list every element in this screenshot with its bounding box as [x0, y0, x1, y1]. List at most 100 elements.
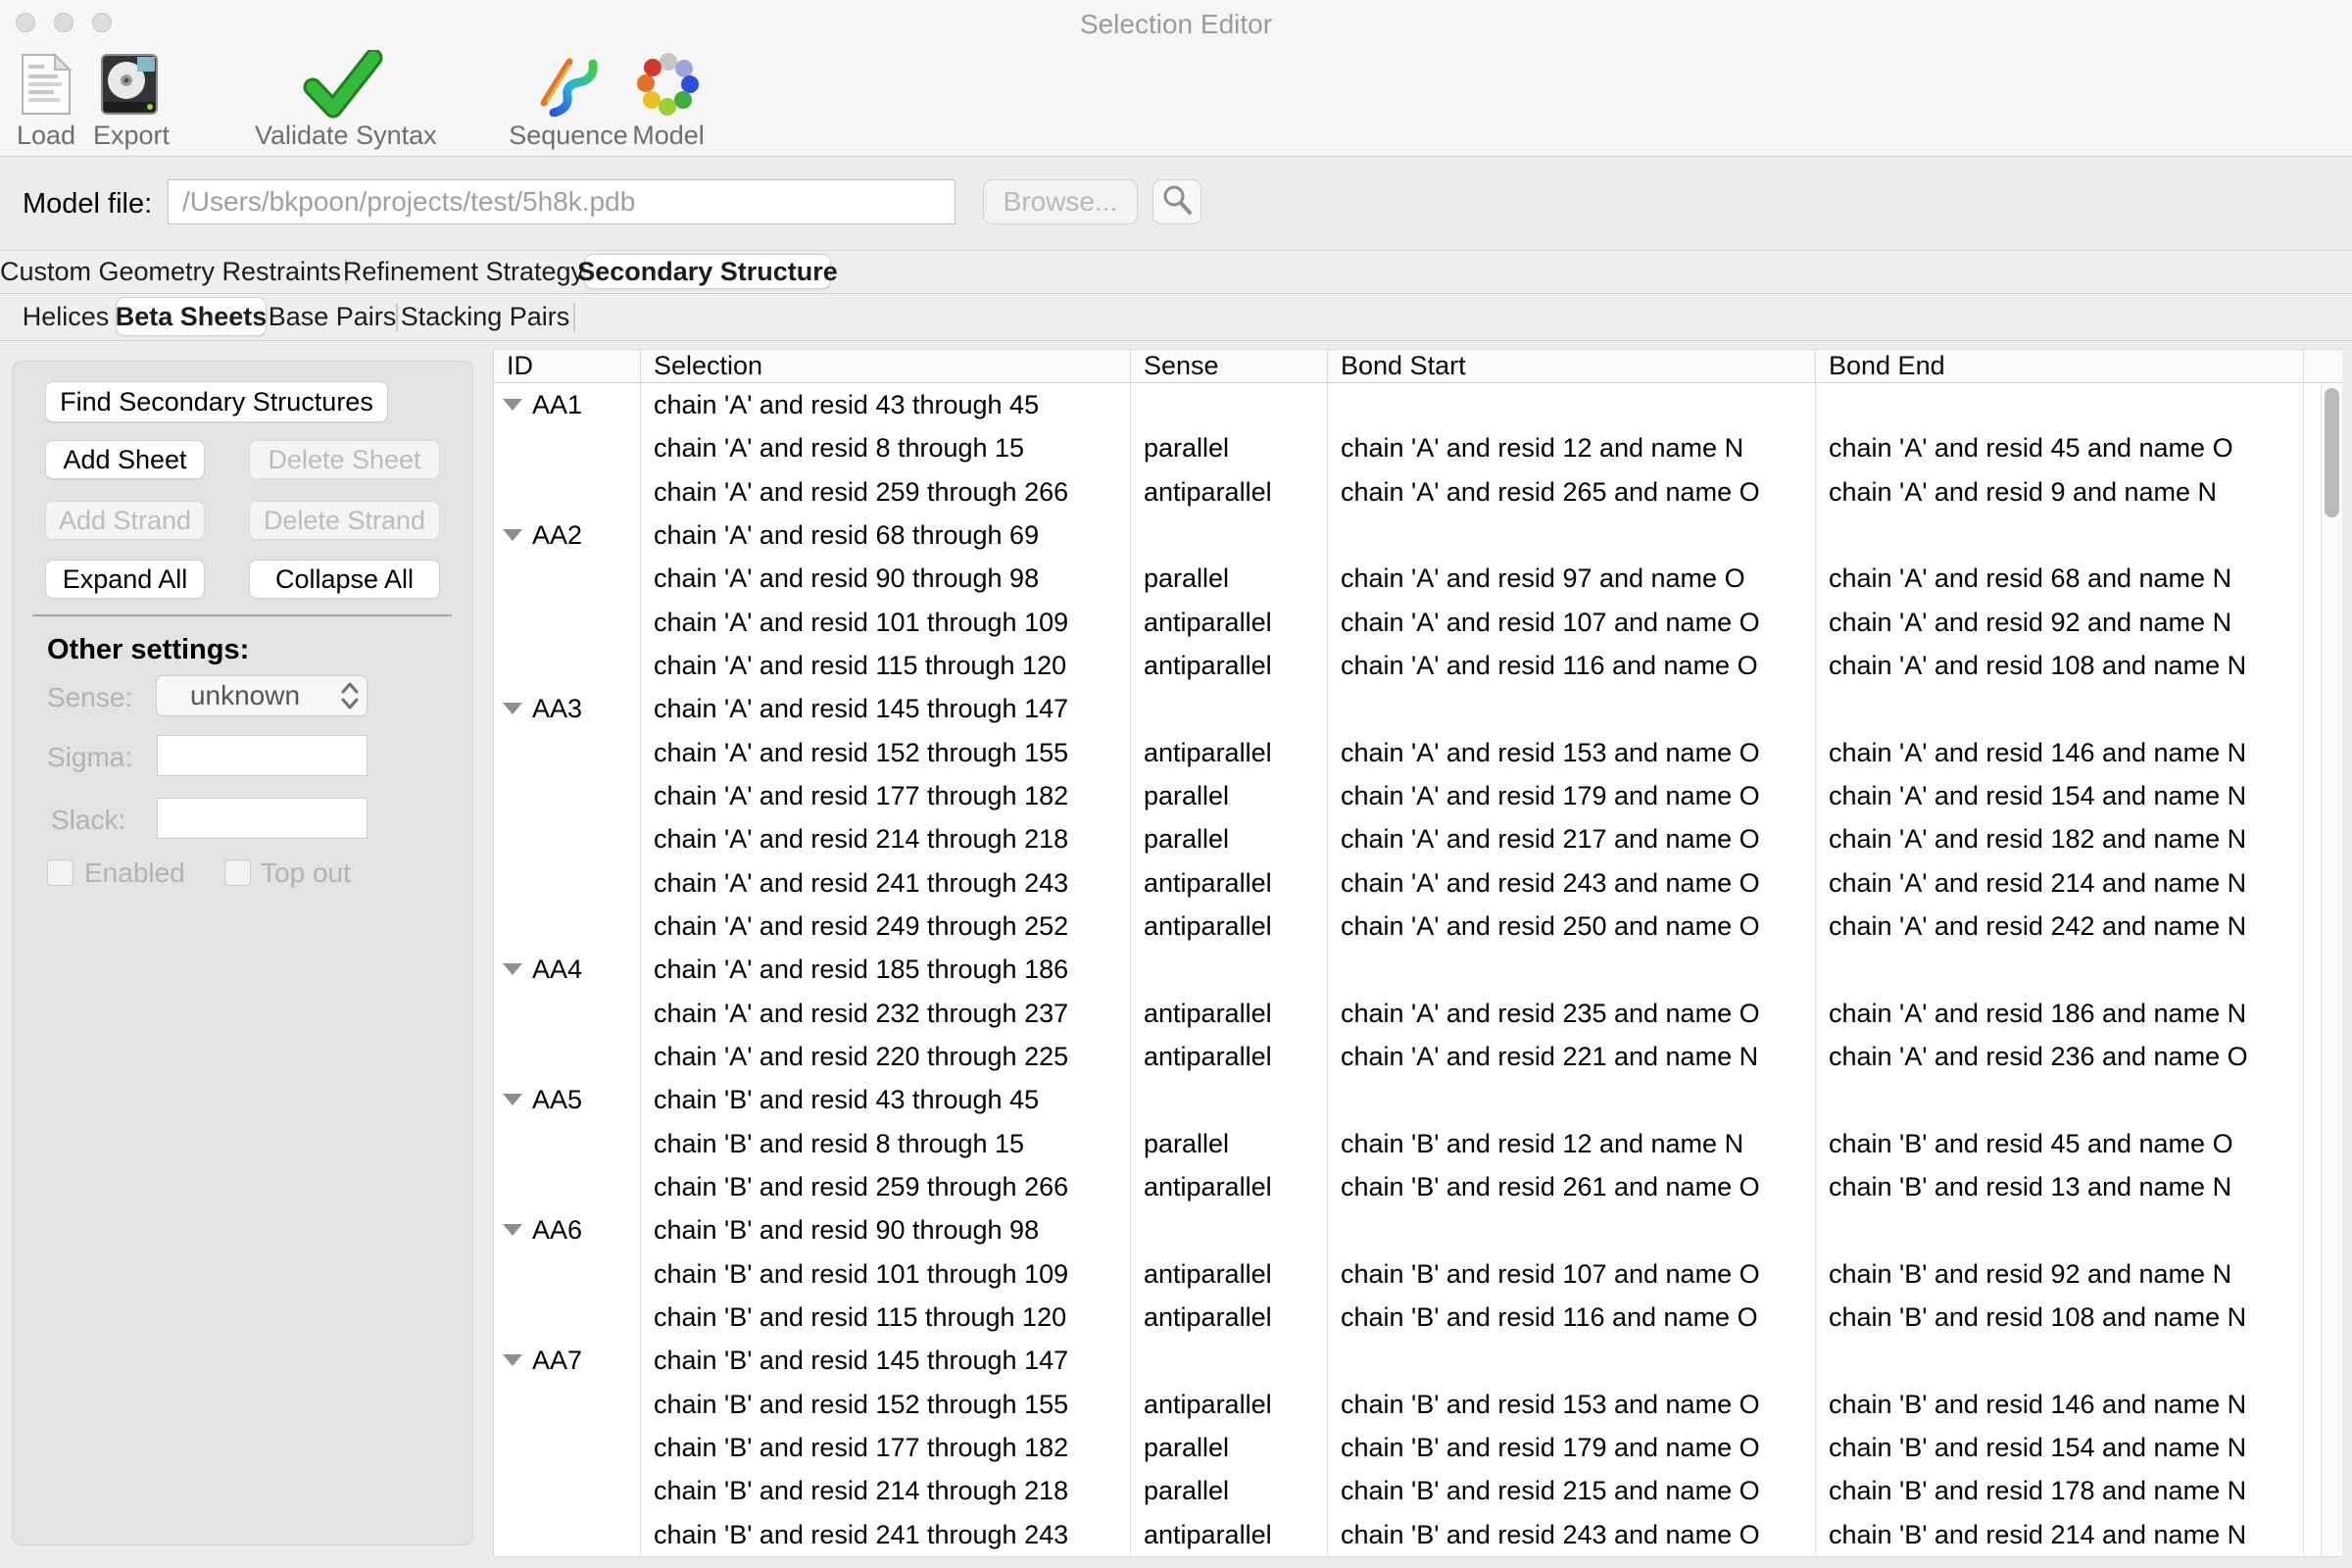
- model-file-input[interactable]: /Users/bkpoon/projects/test/5h8k.pdb: [168, 179, 956, 224]
- model-label: Model: [632, 121, 705, 151]
- search-button[interactable]: [1152, 179, 1201, 224]
- table-row[interactable]: chain 'A' and resid 241 through 243antip…: [494, 861, 2322, 905]
- table-body: AA1chain 'A' and resid 43 through 45chai…: [494, 383, 2322, 1556]
- export-button[interactable]: Export: [93, 50, 166, 151]
- stepper-chevrons-icon: [333, 680, 367, 711]
- table-row[interactable]: AA2chain 'A' and resid 68 through 69: [494, 514, 2322, 557]
- table-row[interactable]: AA7chain 'B' and resid 145 through 147: [494, 1339, 2322, 1382]
- table-row[interactable]: chain 'B' and resid 8 through 15parallel…: [494, 1122, 2322, 1165]
- row-stub-cell: [2303, 905, 2322, 948]
- table-row[interactable]: chain 'A' and resid 90 through 98paralle…: [494, 557, 2322, 600]
- row-bond-start-cell: chain 'A' and resid 116 and name O: [1327, 644, 1815, 687]
- row-bond-end-cell: chain 'B' and resid 13 and name N: [1815, 1165, 2303, 1208]
- table-row[interactable]: AA4chain 'A' and resid 185 through 186: [494, 948, 2322, 991]
- row-selection-cell: chain 'A' and resid 249 through 252: [640, 905, 1130, 948]
- row-bond-end-cell: chain 'A' and resid 214 and name N: [1815, 861, 2303, 905]
- slack-input[interactable]: [157, 798, 368, 839]
- disclosure-triangle-icon[interactable]: [503, 1094, 522, 1105]
- row-bond-end-cell: [1815, 1078, 2303, 1121]
- validate-syntax-button[interactable]: Validate Syntax: [255, 50, 431, 151]
- vertical-scrollbar[interactable]: [2321, 383, 2342, 1556]
- tab-refinement-strategy[interactable]: Refinement Strategy: [349, 251, 578, 293]
- table-row[interactable]: AA1chain 'A' and resid 43 through 45: [494, 383, 2322, 426]
- column-header-selection[interactable]: Selection: [640, 350, 1130, 382]
- row-bond-end-cell: chain 'A' and resid 182 and name N: [1815, 817, 2303, 860]
- row-id-cell: [494, 470, 640, 514]
- table-row[interactable]: chain 'A' and resid 249 through 252antip…: [494, 905, 2322, 948]
- row-id-cell: [494, 1426, 640, 1469]
- sequence-button[interactable]: Sequence: [508, 50, 629, 151]
- column-header-sense[interactable]: Sense: [1130, 350, 1327, 382]
- table-row[interactable]: chain 'A' and resid 101 through 109antip…: [494, 601, 2322, 644]
- find-secondary-structures-button[interactable]: Find Secondary Structures: [45, 381, 388, 422]
- row-stub-cell: [2303, 731, 2322, 774]
- row-selection-cell: chain 'A' and resid 8 through 15: [640, 426, 1130, 469]
- row-id-cell: [494, 644, 640, 687]
- sense-value: unknown: [157, 680, 333, 711]
- table-row[interactable]: chain 'A' and resid 214 through 218paral…: [494, 817, 2322, 860]
- row-bond-end-cell: chain 'A' and resid 154 and name N: [1815, 774, 2303, 817]
- table-row[interactable]: AA3chain 'A' and resid 145 through 147: [494, 687, 2322, 730]
- table-row[interactable]: AA5chain 'B' and resid 43 through 45: [494, 1078, 2322, 1121]
- load-label: Load: [10, 121, 82, 151]
- scrollbar-thumb[interactable]: [2325, 388, 2339, 517]
- row-stub-cell: [2303, 817, 2322, 860]
- expand-all-button[interactable]: Expand All: [45, 560, 205, 599]
- tab-helices[interactable]: Helices: [0, 294, 131, 340]
- column-header-id[interactable]: ID: [494, 350, 640, 382]
- tab-beta-sheets[interactable]: Beta Sheets: [116, 297, 267, 336]
- row-selection-cell: chain 'B' and resid 145 through 147: [640, 1339, 1130, 1382]
- table-row[interactable]: chain 'A' and resid 232 through 237antip…: [494, 992, 2322, 1035]
- row-bond-start-cell: chain 'A' and resid 243 and name O: [1327, 861, 1815, 905]
- row-id-cell: [494, 557, 640, 600]
- sheet-controls-panel: Find Secondary Structures Add Sheet Dele…: [12, 361, 473, 1545]
- table-row[interactable]: chain 'A' and resid 259 through 266antip…: [494, 470, 2322, 514]
- row-bond-end-cell: [1815, 1208, 2303, 1251]
- tab-secondary-structure[interactable]: Secondary Structure: [584, 254, 831, 289]
- row-selection-cell: chain 'B' and resid 8 through 15: [640, 1122, 1130, 1165]
- enabled-checkbox[interactable]: [47, 859, 74, 886]
- table-row[interactable]: AA6chain 'B' and resid 90 through 98: [494, 1208, 2322, 1251]
- table-row[interactable]: chain 'A' and resid 8 through 15parallel…: [494, 426, 2322, 469]
- row-bond-end-cell: chain 'A' and resid 68 and name N: [1815, 557, 2303, 600]
- table-row[interactable]: chain 'B' and resid 241 through 243antip…: [494, 1513, 2322, 1556]
- document-icon: [10, 50, 82, 119]
- table-row[interactable]: chain 'A' and resid 152 through 155antip…: [494, 731, 2322, 774]
- row-sense-cell: antiparallel: [1130, 1513, 1327, 1556]
- row-id-cell: [494, 731, 640, 774]
- table-row[interactable]: chain 'B' and resid 115 through 120antip…: [494, 1296, 2322, 1339]
- disclosure-triangle-icon[interactable]: [503, 963, 522, 975]
- row-stub-cell: [2303, 514, 2322, 557]
- row-bond-end-cell: [1815, 1339, 2303, 1382]
- table-row[interactable]: chain 'A' and resid 220 through 225antip…: [494, 1035, 2322, 1078]
- table-row[interactable]: chain 'A' and resid 115 through 120antip…: [494, 644, 2322, 687]
- disclosure-triangle-icon[interactable]: [503, 703, 522, 714]
- row-id-cell: [494, 1383, 640, 1426]
- table-row[interactable]: chain 'B' and resid 101 through 109antip…: [494, 1252, 2322, 1296]
- add-sheet-button[interactable]: Add Sheet: [45, 440, 205, 479]
- row-bond-start-cell: chain 'B' and resid 107 and name O: [1327, 1252, 1815, 1296]
- load-button[interactable]: Load: [10, 50, 82, 151]
- table-row[interactable]: chain 'B' and resid 152 through 155antip…: [494, 1383, 2322, 1426]
- disclosure-triangle-icon[interactable]: [503, 1354, 522, 1366]
- table-row[interactable]: chain 'A' and resid 177 through 182paral…: [494, 774, 2322, 817]
- top-out-checkbox[interactable]: [224, 859, 251, 886]
- tab-custom-geometry-restraints[interactable]: Custom Geometry Restraints: [0, 251, 341, 293]
- table-row[interactable]: chain 'B' and resid 259 through 266antip…: [494, 1165, 2322, 1208]
- tab-base-pairs[interactable]: Base Pairs: [270, 294, 394, 340]
- browse-button[interactable]: Browse...: [983, 179, 1138, 224]
- sense-dropdown[interactable]: unknown: [156, 675, 368, 716]
- row-selection-cell: chain 'B' and resid 177 through 182: [640, 1426, 1130, 1469]
- table-row[interactable]: chain 'B' and resid 177 through 182paral…: [494, 1426, 2322, 1469]
- column-header-bond-start[interactable]: Bond Start: [1327, 350, 1815, 382]
- column-header-bond-end[interactable]: Bond End: [1815, 350, 2303, 382]
- model-button[interactable]: Model: [632, 50, 705, 151]
- disclosure-triangle-icon[interactable]: [503, 399, 522, 411]
- tab-stacking-pairs[interactable]: Stacking Pairs: [400, 294, 570, 340]
- disclosure-triangle-icon[interactable]: [503, 529, 522, 541]
- disclosure-triangle-icon[interactable]: [503, 1224, 522, 1236]
- row-bond-start-cell: chain 'A' and resid 12 and name N: [1327, 426, 1815, 469]
- table-row[interactable]: chain 'B' and resid 214 through 218paral…: [494, 1469, 2322, 1512]
- collapse-all-button[interactable]: Collapse All: [249, 560, 440, 599]
- sigma-input[interactable]: [157, 735, 368, 776]
